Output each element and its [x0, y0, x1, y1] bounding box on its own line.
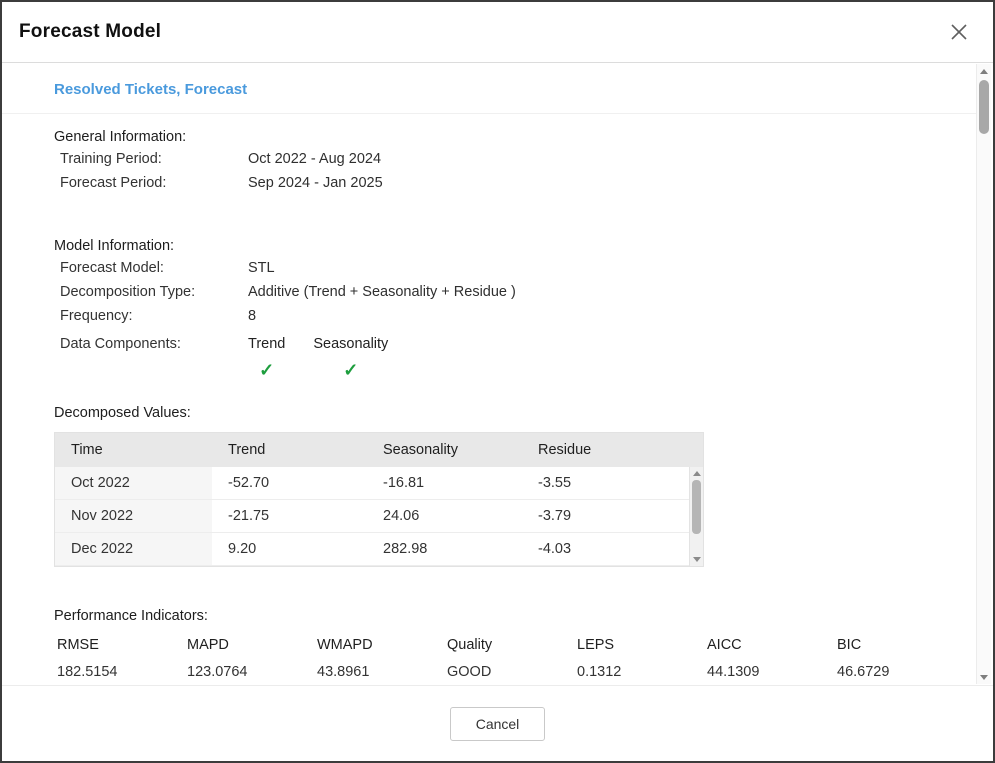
column-header-seasonality: Seasonality	[367, 442, 522, 458]
table-scrollbar[interactable]	[689, 467, 703, 566]
model-info-section: Model Information: Forecast Model: STL D…	[2, 237, 976, 384]
table-row: Nov 2022 -21.75 24.06 -3.79	[55, 500, 703, 533]
performance-section: Performance Indicators: RMSE 182.5154 MA…	[2, 607, 976, 682]
metric-value: 123.0764	[187, 663, 317, 682]
forecast-model-value: STL	[248, 259, 275, 277]
performance-heading: Performance Indicators:	[54, 607, 976, 626]
performance-metrics: RMSE 182.5154 MAPD 123.0764 WMAPD 43.896…	[57, 636, 976, 682]
metric-value: 182.5154	[57, 663, 187, 682]
general-info-heading: General Information:	[54, 128, 976, 147]
cell-seasonality: -16.81	[367, 467, 522, 499]
cell-trend: -21.75	[212, 500, 367, 532]
report-title-link[interactable]: Resolved Tickets, Forecast	[54, 81, 247, 98]
component-seasonality: Seasonality ✓	[313, 335, 388, 381]
metric-value: 0.1312	[577, 663, 707, 682]
metric-label: LEPS	[577, 636, 707, 655]
forecast-period-row: Forecast Period: Sep 2024 - Jan 2025	[60, 171, 976, 195]
dialog-title: Forecast Model	[19, 21, 161, 43]
metric-value: GOOD	[447, 663, 577, 682]
cell-time: Nov 2022	[55, 500, 212, 532]
dialog-scrollbar[interactable]	[976, 64, 991, 684]
cell-trend: -52.70	[212, 467, 367, 499]
decomposition-type-value: Additive (Trend + Seasonality + Residue …	[248, 283, 516, 301]
scroll-down-icon[interactable]	[977, 670, 991, 684]
dialog-header: Forecast Model	[2, 2, 993, 63]
metric-value: 43.8961	[317, 663, 447, 682]
frequency-value: 8	[248, 307, 256, 325]
cell-residue: -3.55	[522, 467, 703, 499]
dialog-footer: Cancel	[2, 685, 993, 761]
cell-trend: 9.20	[212, 533, 367, 565]
cell-seasonality: 24.06	[367, 500, 522, 532]
frequency-row: Frequency: 8	[60, 304, 976, 328]
cell-time: Oct 2022	[55, 467, 212, 499]
metric-quality: Quality GOOD	[447, 636, 577, 682]
metric-label: RMSE	[57, 636, 187, 655]
metric-leps: LEPS 0.1312	[577, 636, 707, 682]
frequency-label: Frequency:	[60, 307, 248, 325]
component-trend: Trend ✓	[248, 335, 285, 381]
close-icon[interactable]	[945, 18, 973, 46]
component-seasonality-label: Seasonality	[313, 335, 388, 353]
decomposed-values-heading: Decomposed Values:	[54, 404, 976, 423]
table-row: Dec 2022 9.20 282.98 -4.03	[55, 533, 703, 566]
component-trend-label: Trend	[248, 335, 285, 353]
metric-wmapd: WMAPD 43.8961	[317, 636, 447, 682]
metric-label: Quality	[447, 636, 577, 655]
metric-aicc: AICC 44.1309	[707, 636, 837, 682]
metric-mapd: MAPD 123.0764	[187, 636, 317, 682]
metric-label: BIC	[837, 636, 967, 655]
forecast-model-row: Forecast Model: STL	[60, 256, 976, 280]
training-period-row: Training Period: Oct 2022 - Aug 2024	[60, 147, 976, 171]
data-components-label: Data Components:	[60, 335, 248, 353]
decomposed-values-table: Time Trend Seasonality Residue Oct 2022 …	[54, 432, 704, 567]
column-header-time: Time	[55, 442, 212, 458]
forecast-period-value: Sep 2024 - Jan 2025	[248, 174, 383, 192]
model-info-heading: Model Information:	[54, 237, 976, 256]
metric-value: 46.6729	[837, 663, 967, 682]
scroll-up-icon[interactable]	[693, 471, 701, 476]
metric-rmse: RMSE 182.5154	[57, 636, 187, 682]
dialog-scrollbar-thumb[interactable]	[979, 80, 989, 134]
scroll-up-icon[interactable]	[977, 64, 991, 78]
check-icon: ✓	[313, 359, 388, 381]
decomposition-type-label: Decomposition Type:	[60, 283, 248, 301]
column-header-trend: Trend	[212, 442, 367, 458]
table-row: Oct 2022 -52.70 -16.81 -3.55	[55, 467, 703, 500]
metric-bic: BIC 46.6729	[837, 636, 967, 682]
training-period-label: Training Period:	[60, 150, 248, 168]
cell-residue: -3.79	[522, 500, 703, 532]
metric-value: 44.1309	[707, 663, 837, 682]
metric-label: MAPD	[187, 636, 317, 655]
forecast-model-label: Forecast Model:	[60, 259, 248, 277]
forecast-model-dialog: Forecast Model Resolved Tickets, Forecas…	[0, 0, 995, 763]
general-info-section: General Information: Training Period: Oc…	[2, 128, 976, 195]
training-period-value: Oct 2022 - Aug 2024	[248, 150, 381, 168]
decomposition-type-row: Decomposition Type: Additive (Trend + Se…	[60, 280, 976, 304]
dialog-body: Resolved Tickets, Forecast General Infor…	[2, 64, 976, 684]
table-header-row: Time Trend Seasonality Residue	[55, 433, 703, 467]
table-scrollbar-thumb[interactable]	[692, 480, 701, 534]
metric-label: AICC	[707, 636, 837, 655]
column-header-residue: Residue	[522, 442, 703, 458]
data-components-row: Data Components: Trend ✓ Seasonality ✓	[60, 332, 976, 384]
scroll-down-icon[interactable]	[693, 557, 701, 562]
cell-time: Dec 2022	[55, 533, 212, 565]
cell-residue: -4.03	[522, 533, 703, 565]
metric-label: WMAPD	[317, 636, 447, 655]
report-header: Resolved Tickets, Forecast	[2, 64, 976, 114]
forecast-period-label: Forecast Period:	[60, 174, 248, 192]
cell-seasonality: 282.98	[367, 533, 522, 565]
table-body: Oct 2022 -52.70 -16.81 -3.55 Nov 2022 -2…	[55, 467, 703, 566]
check-icon: ✓	[248, 359, 285, 381]
cancel-button[interactable]: Cancel	[450, 707, 546, 741]
